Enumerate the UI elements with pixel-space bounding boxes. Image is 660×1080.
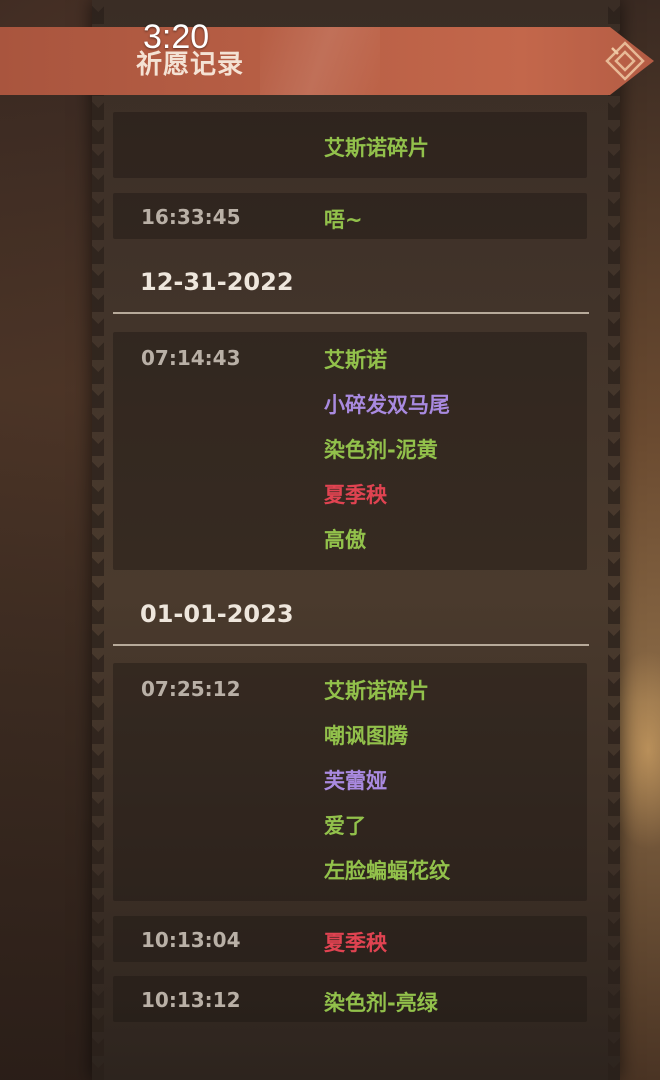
status-bar-time: 3:20 [143, 18, 210, 56]
record-item: 嘲讽图腾 [324, 724, 408, 748]
record-item: 高傲 [324, 528, 366, 552]
record-item: 左脸蝙蝠花纹 [324, 859, 450, 883]
panel-edge-decoration [92, 0, 104, 1080]
record-entry: 艾斯诺碎片 [113, 112, 587, 178]
diamond-ornament-icon [605, 41, 645, 81]
record-entry: 07:14:43 艾斯诺 小碎发双马尾 染色剂-泥黄 夏季秧 高傲 [113, 332, 587, 570]
date-divider [113, 312, 589, 314]
record-entry: 10:13:04 夏季秧 [113, 916, 587, 962]
record-item: 夏季秧 [324, 931, 387, 955]
record-item: 唔~ [324, 208, 363, 232]
record-time: 07:14:43 [141, 346, 241, 370]
ribbon-shine [260, 27, 380, 95]
date-divider [113, 644, 589, 646]
record-entry: 07:25:12 艾斯诺碎片 嘲讽图腾 芙蕾娅 爱了 左脸蝙蝠花纹 [113, 663, 587, 901]
record-item: 染色剂-亮绿 [324, 991, 438, 1015]
record-item: 芙蕾娅 [324, 769, 387, 793]
background-left [0, 95, 100, 1080]
record-entry: 10:13:12 染色剂-亮绿 [113, 976, 587, 1022]
record-item: 艾斯诺 [324, 348, 387, 372]
record-item: 小碎发双马尾 [324, 393, 450, 417]
record-item: 染色剂-泥黄 [324, 438, 438, 462]
record-entry: 16:33:45 唔~ [113, 193, 587, 239]
record-item: 艾斯诺碎片 [324, 136, 429, 160]
record-time: 10:13:12 [141, 988, 241, 1012]
record-time: 16:33:45 [141, 205, 241, 229]
record-time: 07:25:12 [141, 677, 241, 701]
panel-edge-decoration [608, 0, 620, 1080]
record-item: 爱了 [324, 814, 366, 838]
date-header: 12-31-2022 [140, 268, 294, 296]
record-item: 夏季秧 [324, 483, 387, 507]
record-time: 10:13:04 [141, 928, 241, 952]
date-header: 01-01-2023 [140, 600, 294, 628]
record-item: 艾斯诺碎片 [324, 679, 429, 703]
